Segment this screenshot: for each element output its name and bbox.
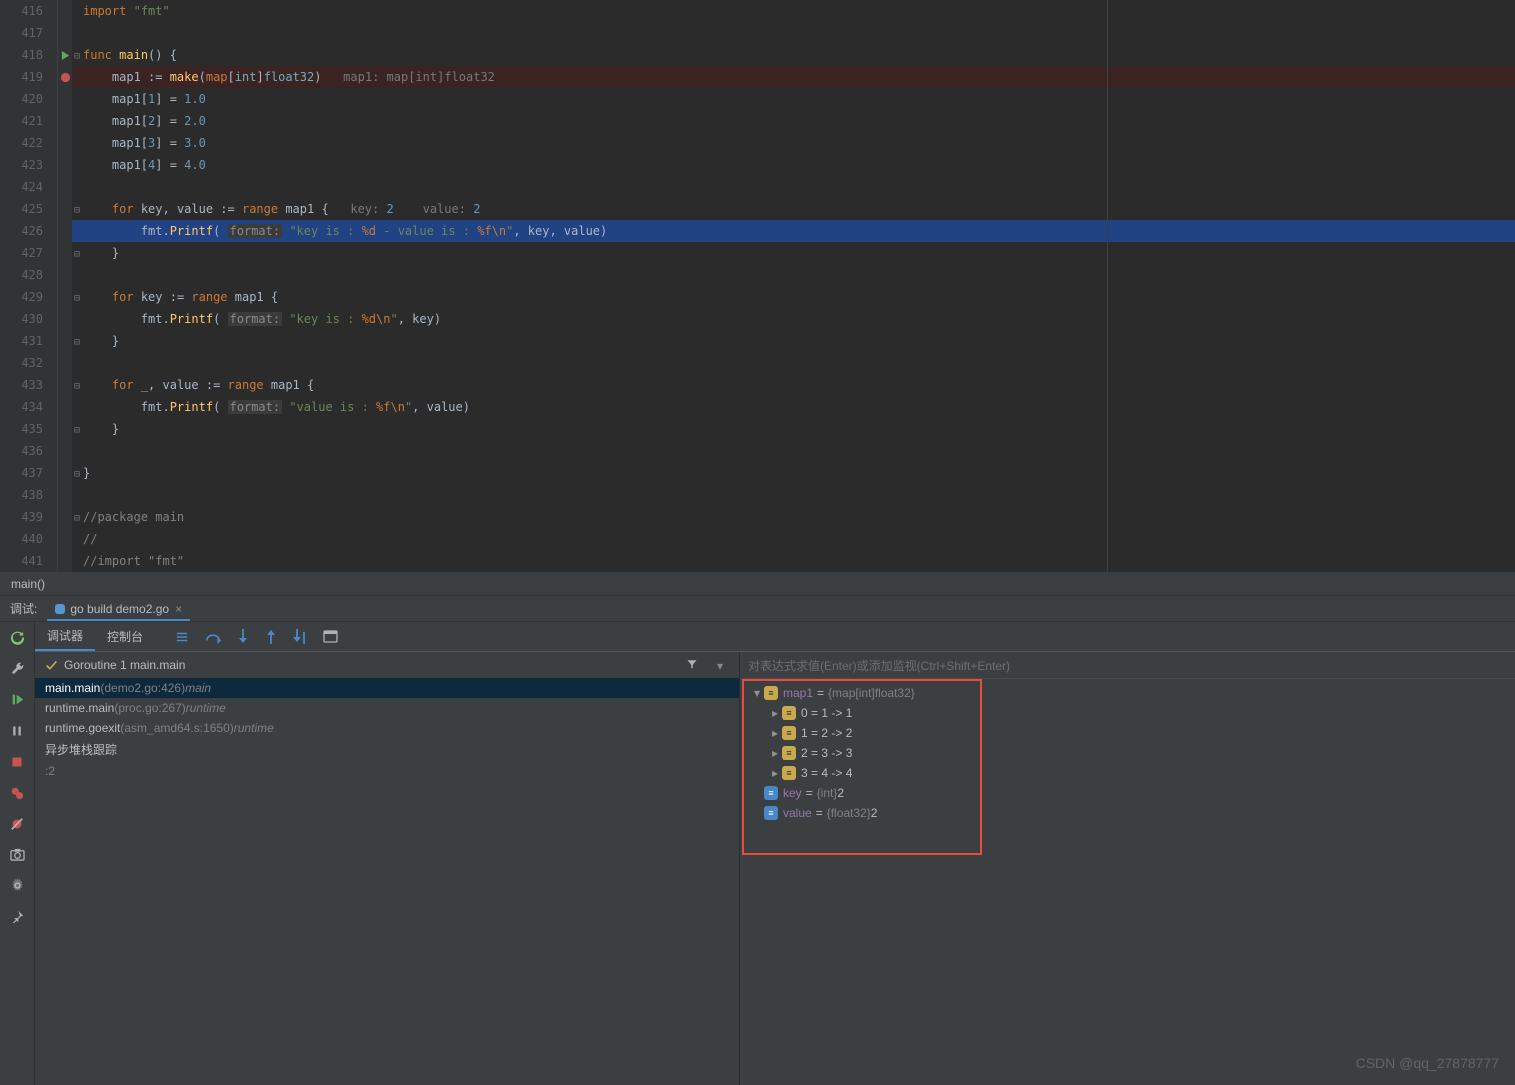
check-icon — [45, 659, 58, 672]
frames-list[interactable]: main.main (demo2.go:426) mainruntime.mai… — [35, 678, 739, 1085]
frames-panel: Goroutine 1 main.main ▾ main.main (demo2… — [35, 652, 740, 1085]
watermark: CSDN @qq_27878777 — [1356, 1055, 1499, 1071]
pin-icon[interactable] — [6, 905, 29, 928]
variable-node[interactable]: ▸≡2 = 3 -> 3 — [744, 743, 1511, 763]
watch-input[interactable]: 对表达式求值(Enter)或添加监视(Ctrl+Shift+Enter) — [740, 652, 1515, 679]
mute-breakpoints-button[interactable] — [6, 812, 29, 835]
code-editor[interactable]: 4164174184194204214224234244254264274284… — [0, 0, 1515, 573]
stop-button[interactable] — [6, 750, 29, 773]
camera-icon[interactable] — [6, 843, 29, 866]
view-breakpoints-button[interactable] — [6, 781, 29, 804]
rerun-button[interactable] — [6, 626, 29, 649]
debugger-tabbar: 调试器 控制台 — [35, 622, 1515, 652]
settings-icon[interactable] — [6, 874, 29, 897]
code-area[interactable]: import "fmt"⊟func main() { map1 := make(… — [72, 0, 1515, 572]
line-number-gutter[interactable]: 4164174184194204214224234244254264274284… — [0, 0, 58, 572]
variable-node[interactable]: ▸≡0 = 1 -> 1 — [744, 703, 1511, 723]
resume-button[interactable] — [6, 688, 29, 711]
wrench-icon[interactable] — [6, 657, 29, 680]
step-out-icon[interactable] — [265, 629, 277, 644]
gutter-marker-column[interactable] — [58, 0, 72, 572]
stack-frame[interactable]: 异步堆栈跟踪 — [35, 738, 739, 761]
variable-node[interactable]: ▸≡3 = 4 -> 4 — [744, 763, 1511, 783]
watch-placeholder: 对表达式求值(Enter)或添加监视(Ctrl+Shift+Enter) — [748, 657, 1010, 674]
pause-button[interactable] — [6, 719, 29, 742]
breadcrumb[interactable]: main() — [0, 573, 1515, 596]
tab-console[interactable]: 控制台 — [95, 623, 155, 650]
close-icon[interactable]: × — [175, 602, 182, 616]
run-configuration-tab[interactable]: go build demo2.go × — [47, 599, 190, 621]
run-to-cursor-icon[interactable] — [293, 629, 307, 644]
step-over-icon[interactable] — [205, 630, 221, 644]
right-margin-guide — [1107, 0, 1108, 572]
stack-frame[interactable]: main.main (demo2.go:426) main — [35, 678, 739, 698]
variable-node[interactable]: ≡key={int} 2 — [744, 783, 1511, 803]
debug-action-rail — [0, 622, 35, 1085]
stack-frame[interactable]: runtime.goexit (asm_amd64.s:1650) runtim… — [35, 718, 739, 738]
variables-tree[interactable]: ▾≡map1={map[int]float32} ▸≡0 = 1 -> 1▸≡1… — [744, 683, 1511, 823]
tab-debugger[interactable]: 调试器 — [35, 622, 95, 651]
goroutine-selector[interactable]: Goroutine 1 main.main ▾ — [35, 652, 739, 678]
debug-toolwindow-header: 调试: go build demo2.go × — [0, 596, 1515, 622]
filter-icon[interactable] — [686, 658, 698, 670]
run-config-icon — [55, 604, 65, 614]
step-toolbar — [175, 629, 338, 644]
breadcrumb-item[interactable]: main() — [11, 577, 45, 591]
step-into-icon[interactable] — [237, 629, 249, 644]
stack-frame[interactable]: runtime.main (proc.go:267) runtime — [35, 698, 739, 718]
chevron-down-icon[interactable]: ▾ — [717, 659, 723, 673]
goroutine-label: Goroutine 1 main.main — [64, 658, 185, 672]
run-config-name: go build demo2.go — [70, 602, 169, 616]
variable-node[interactable]: ▸≡1 = 2 -> 2 — [744, 723, 1511, 743]
variable-node[interactable]: ≡value={float32} 2 — [744, 803, 1511, 823]
debug-toolwindow: 调试器 控制台 Goroutine 1 main.main — [0, 622, 1515, 1085]
variable-node[interactable]: ▾≡map1={map[int]float32} — [744, 683, 1511, 703]
stack-frame[interactable]: :2 — [35, 761, 739, 781]
variables-panel: 对表达式求值(Enter)或添加监视(Ctrl+Shift+Enter) ▾≡m… — [740, 652, 1515, 1085]
show-execution-point-icon[interactable] — [175, 630, 189, 644]
debug-title-label: 调试: — [0, 596, 47, 621]
evaluate-expression-icon[interactable] — [323, 630, 338, 643]
